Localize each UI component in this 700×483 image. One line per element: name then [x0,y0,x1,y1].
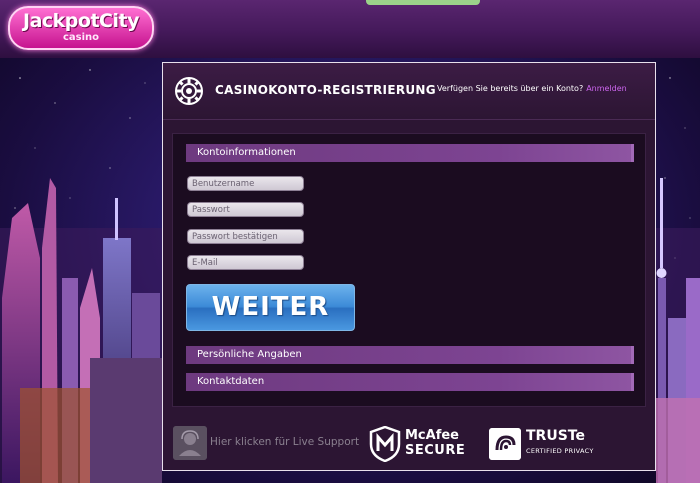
mcafee-badge[interactable]: McAfee SECURE [369,426,469,462]
continue-button[interactable]: WEITER [186,284,355,331]
modal-header: CASINOKONTO-REGISTRIERUNG Verfügen Sie b… [163,63,655,120]
login-question: Verfügen Sie bereits über ein Konto? [437,84,584,93]
email-field[interactable] [187,255,304,270]
login-link[interactable]: Anmelden [586,84,627,93]
gear-icon [175,77,203,105]
truste-title: TRUSTe [526,428,585,444]
password-confirm-field[interactable] [187,229,304,244]
top-indicator [366,0,480,5]
form-panel: Kontoinformationen WEITER Persönliche An… [172,133,646,407]
footer-badges: Hier klicken für Live Support McAfee SEC… [163,418,655,470]
registration-modal: CASINOKONTO-REGISTRIERUNG Verfügen Sie b… [162,62,656,471]
logo-text: JackpotCity [23,10,139,32]
truste-seal-icon [489,428,521,460]
section-contact-info[interactable]: Kontaktdaten [186,373,634,391]
mcafee-shield-icon [369,426,401,462]
truste-badge[interactable]: TRUSTe CERTIFIED PRIVACY [489,426,609,462]
modal-title: CASINOKONTO-REGISTRIERUNG [215,83,436,97]
mcafee-subtitle: SECURE [405,443,466,458]
section-personal-info[interactable]: Persönliche Angaben [186,346,634,364]
truste-subtitle: CERTIFIED PRIVACY [526,447,594,455]
section-account-info[interactable]: Kontoinformationen [186,144,634,162]
username-field[interactable] [187,176,304,191]
login-prompt: Verfügen Sie bereits über ein Konto? Anme… [437,84,627,93]
jackpotcity-logo[interactable]: JackpotCity casino [8,6,154,50]
mcafee-title: McAfee [405,428,459,443]
live-support-link[interactable]: Hier klicken für Live Support [173,426,363,460]
top-bar: JackpotCity casino [0,0,700,58]
password-field[interactable] [187,202,304,217]
logo-subtext: casino [62,32,100,43]
live-support-label: Hier klicken für Live Support [210,436,360,448]
support-agent-icon [173,426,207,460]
